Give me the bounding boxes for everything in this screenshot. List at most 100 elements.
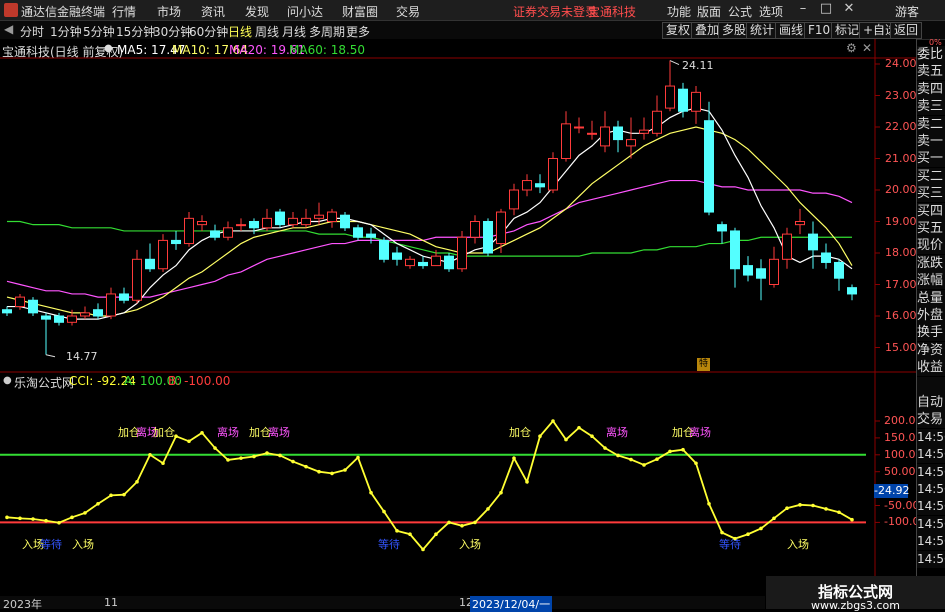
signal-jiacang: 加仓 [509, 426, 531, 439]
chart-bg [0, 39, 916, 609]
candle-body [314, 214, 324, 219]
cci-point [694, 461, 698, 466]
cci-point [239, 456, 243, 460]
cci-point [83, 511, 87, 515]
cci-point [525, 480, 529, 484]
candle-body [509, 189, 519, 210]
candle-body [28, 299, 38, 314]
right-row: 委比 [917, 46, 945, 63]
indicator-title[interactable]: 乐淘公式网 [14, 374, 74, 391]
special-marker-icon[interactable]: 特 [697, 358, 710, 371]
candle-body [496, 211, 506, 245]
year-label: 2023年 [3, 598, 42, 611]
signal-dengdai: 等待 [40, 538, 62, 551]
candle-body [548, 158, 558, 191]
candle-body [2, 309, 12, 314]
candle-body [327, 211, 337, 223]
cci-point [343, 468, 347, 472]
right-row: 净资 [917, 341, 945, 359]
signal-dengdai: 等待 [719, 538, 741, 551]
candle-body [639, 129, 649, 134]
watermark-url: www.zbgs3.com [811, 599, 900, 612]
signal-dengdai: 等待 [378, 538, 400, 551]
cci-point [681, 447, 685, 452]
candle-body [80, 312, 90, 317]
month-label: 11 [104, 596, 118, 609]
right-row: 买五 [917, 220, 945, 237]
cci-tick-label: 100.0 [884, 447, 916, 461]
candle-body [405, 258, 415, 267]
cci-point [746, 532, 750, 537]
cci-point [720, 530, 724, 535]
candle-body [522, 180, 532, 191]
cci-point [265, 451, 269, 455]
candle-body [808, 233, 818, 251]
candle-body [730, 230, 740, 270]
candle-body [821, 252, 831, 263]
right-row: 买四 [917, 202, 945, 220]
candle-body [626, 139, 636, 147]
low-price-label: 14.77 [66, 350, 98, 363]
candle [275, 208, 285, 228]
b-label: B: -100.00 [168, 374, 231, 388]
signal-lichang: 离场 [689, 426, 711, 439]
right-row: 换手 [917, 324, 945, 342]
candle-body [665, 85, 675, 109]
cci-point [460, 523, 464, 528]
candle [483, 218, 493, 257]
candle-body [678, 88, 688, 112]
candle-body [795, 221, 805, 226]
candle-body [210, 230, 220, 238]
cci-point [5, 515, 9, 520]
cci-point [850, 517, 854, 522]
cci-point [824, 507, 828, 511]
candle-body [847, 287, 857, 295]
price-tick-label: 19.00 [885, 214, 917, 228]
cci-point [317, 469, 321, 474]
right-row: 14:56 [917, 533, 945, 551]
candle-body [15, 296, 25, 308]
cci-point [811, 503, 815, 508]
candle [28, 297, 38, 316]
cci-point [291, 459, 295, 464]
cci-point [135, 480, 139, 484]
signal-lichang: 离场 [268, 426, 290, 439]
signal-ruchang: 入场 [72, 538, 94, 551]
cci-point [434, 532, 438, 537]
candle-body [574, 126, 584, 129]
cci-tick-label: 200.0 [884, 414, 916, 427]
cci-point [759, 526, 763, 531]
cci-point [447, 520, 451, 525]
cci-point [369, 490, 373, 495]
signal-lichang: 离场 [217, 426, 239, 439]
right-row: 卖四 [917, 80, 945, 98]
cci-point [44, 518, 48, 523]
candle [340, 212, 350, 231]
close-chart-icon[interactable]: ✕ [862, 41, 872, 55]
candle [457, 230, 467, 272]
gear-icon[interactable]: ⚙ [846, 41, 857, 55]
dot-icon-2: ● [3, 375, 12, 386]
price-tick-label: 21.00 [885, 151, 917, 165]
candle-body [93, 309, 103, 317]
candle-body [613, 126, 623, 141]
cci-point [408, 532, 412, 537]
cci-point [603, 446, 607, 450]
cci-point [668, 449, 672, 454]
cci-point [278, 453, 282, 458]
price-tick-label: 24.00 [885, 57, 917, 70]
candle-body [782, 233, 792, 260]
chart-canvas[interactable] [0, 0, 945, 609]
candle [548, 152, 558, 194]
candle-body [717, 224, 727, 232]
cci-point [512, 456, 516, 460]
cci-point [538, 434, 542, 439]
right-row: 卖五 [917, 63, 945, 81]
candle-body [756, 268, 766, 279]
candle-body [704, 120, 714, 213]
price-tick-label: 23.00 [885, 88, 917, 102]
candle-body [171, 239, 181, 245]
candle-body [418, 261, 428, 267]
right-row: 买一 [917, 150, 945, 168]
cci-point [798, 503, 802, 507]
